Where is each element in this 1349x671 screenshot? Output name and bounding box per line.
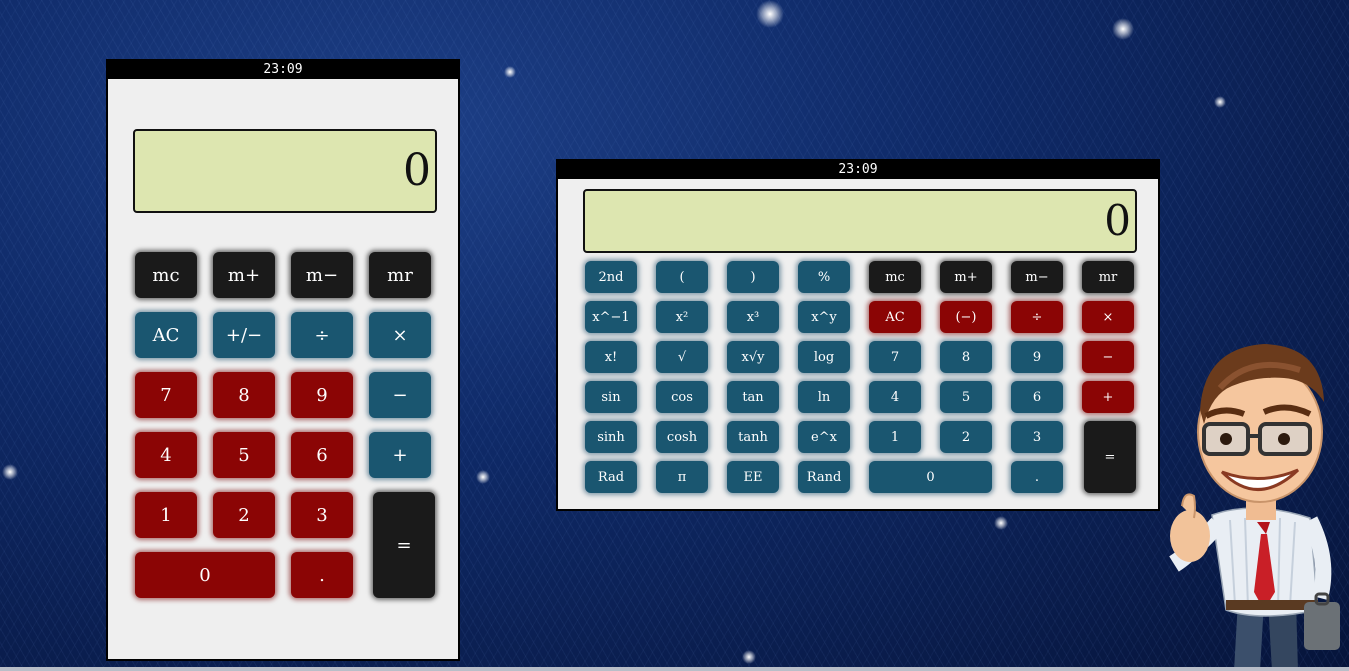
- left-paren-button[interactable]: (: [656, 261, 708, 293]
- square-root-button[interactable]: √: [656, 341, 708, 373]
- star-glow: [994, 516, 1008, 530]
- cos-button[interactable]: cos: [656, 381, 708, 413]
- star-glow: [504, 66, 516, 78]
- digit-1-button[interactable]: 1: [135, 492, 197, 538]
- digit-5-button[interactable]: 5: [940, 381, 992, 413]
- all-clear-button[interactable]: AC: [135, 312, 197, 358]
- equals-button[interactable]: =: [1084, 421, 1136, 493]
- digit-3-button[interactable]: 3: [1011, 421, 1063, 453]
- digit-8-button[interactable]: 8: [940, 341, 992, 373]
- memory-subtract-button[interactable]: m−: [1011, 261, 1063, 293]
- digit-2-button[interactable]: 2: [213, 492, 275, 538]
- memory-clear-button[interactable]: mc: [135, 252, 197, 298]
- digit-0-button[interactable]: 0: [135, 552, 275, 598]
- digit-3-button[interactable]: 3: [291, 492, 353, 538]
- divide-button[interactable]: ÷: [1011, 301, 1063, 333]
- ln-button[interactable]: ln: [798, 381, 850, 413]
- decimal-point-button[interactable]: .: [291, 552, 353, 598]
- multiply-button[interactable]: ×: [369, 312, 431, 358]
- status-time: 23:09: [108, 61, 458, 79]
- digit-2-button[interactable]: 2: [940, 421, 992, 453]
- minus-button[interactable]: −: [369, 372, 431, 418]
- memory-add-button[interactable]: m+: [940, 261, 992, 293]
- digit-6-button[interactable]: 6: [291, 432, 353, 478]
- digit-9-button[interactable]: 9: [291, 372, 353, 418]
- memory-add-button[interactable]: m+: [213, 252, 275, 298]
- reciprocal-button[interactable]: x^−1: [585, 301, 637, 333]
- digit-4-button[interactable]: 4: [135, 432, 197, 478]
- memory-recall-button[interactable]: mr: [369, 252, 431, 298]
- plus-button[interactable]: +: [369, 432, 431, 478]
- basic-calculator-window: 23:09 0 mc m+ m− mr AC +/− ÷ × 7 8 9 − 4…: [106, 59, 460, 661]
- memory-clear-button[interactable]: mc: [869, 261, 921, 293]
- calculator-display: 0: [133, 129, 437, 213]
- tanh-button[interactable]: tanh: [727, 421, 779, 453]
- scientific-calculator-window: 23:09 0 2nd ( ) % mc m+ m− mr x^−1 x² x³…: [556, 159, 1160, 511]
- digit-7-button[interactable]: 7: [869, 341, 921, 373]
- power-button[interactable]: x^y: [798, 301, 850, 333]
- calculator-display: 0: [583, 189, 1137, 253]
- businessman-mascot-image: [1169, 344, 1340, 671]
- taskbar-edge: [0, 667, 1349, 671]
- memory-subtract-button[interactable]: m−: [291, 252, 353, 298]
- star-glow: [2, 464, 18, 480]
- divide-button[interactable]: ÷: [291, 312, 353, 358]
- equals-button[interactable]: =: [373, 492, 435, 598]
- digit-4-button[interactable]: 4: [869, 381, 921, 413]
- star-glow: [742, 650, 756, 664]
- sin-button[interactable]: sin: [585, 381, 637, 413]
- digit-5-button[interactable]: 5: [213, 432, 275, 478]
- cube-button[interactable]: x³: [727, 301, 779, 333]
- digit-9-button[interactable]: 9: [1011, 341, 1063, 373]
- square-button[interactable]: x²: [656, 301, 708, 333]
- factorial-button[interactable]: x!: [585, 341, 637, 373]
- random-button[interactable]: Rand: [798, 461, 850, 493]
- minus-button[interactable]: −: [1082, 341, 1134, 373]
- decimal-point-button[interactable]: .: [1011, 461, 1063, 493]
- digit-8-button[interactable]: 8: [213, 372, 275, 418]
- exp-button[interactable]: e^x: [798, 421, 850, 453]
- negate-button[interactable]: (−): [940, 301, 992, 333]
- star-glow: [476, 470, 490, 484]
- nth-root-button[interactable]: x√y: [727, 341, 779, 373]
- sinh-button[interactable]: sinh: [585, 421, 637, 453]
- status-time: 23:09: [558, 161, 1158, 179]
- multiply-button[interactable]: ×: [1082, 301, 1134, 333]
- tan-button[interactable]: tan: [727, 381, 779, 413]
- exponent-ee-button[interactable]: EE: [727, 461, 779, 493]
- log-button[interactable]: log: [798, 341, 850, 373]
- second-function-button[interactable]: 2nd: [585, 261, 637, 293]
- star-glow: [756, 0, 784, 28]
- all-clear-button[interactable]: AC: [869, 301, 921, 333]
- plus-minus-button[interactable]: +/−: [213, 312, 275, 358]
- memory-recall-button[interactable]: mr: [1082, 261, 1134, 293]
- pi-button[interactable]: π: [656, 461, 708, 493]
- star-glow: [1112, 18, 1134, 40]
- right-paren-button[interactable]: ): [727, 261, 779, 293]
- radian-mode-button[interactable]: Rad: [585, 461, 637, 493]
- digit-0-button[interactable]: 0: [869, 461, 992, 493]
- digit-1-button[interactable]: 1: [869, 421, 921, 453]
- digit-6-button[interactable]: 6: [1011, 381, 1063, 413]
- digit-7-button[interactable]: 7: [135, 372, 197, 418]
- cosh-button[interactable]: cosh: [656, 421, 708, 453]
- star-glow: [1214, 96, 1226, 108]
- percent-button[interactable]: %: [798, 261, 850, 293]
- plus-button[interactable]: +: [1082, 381, 1134, 413]
